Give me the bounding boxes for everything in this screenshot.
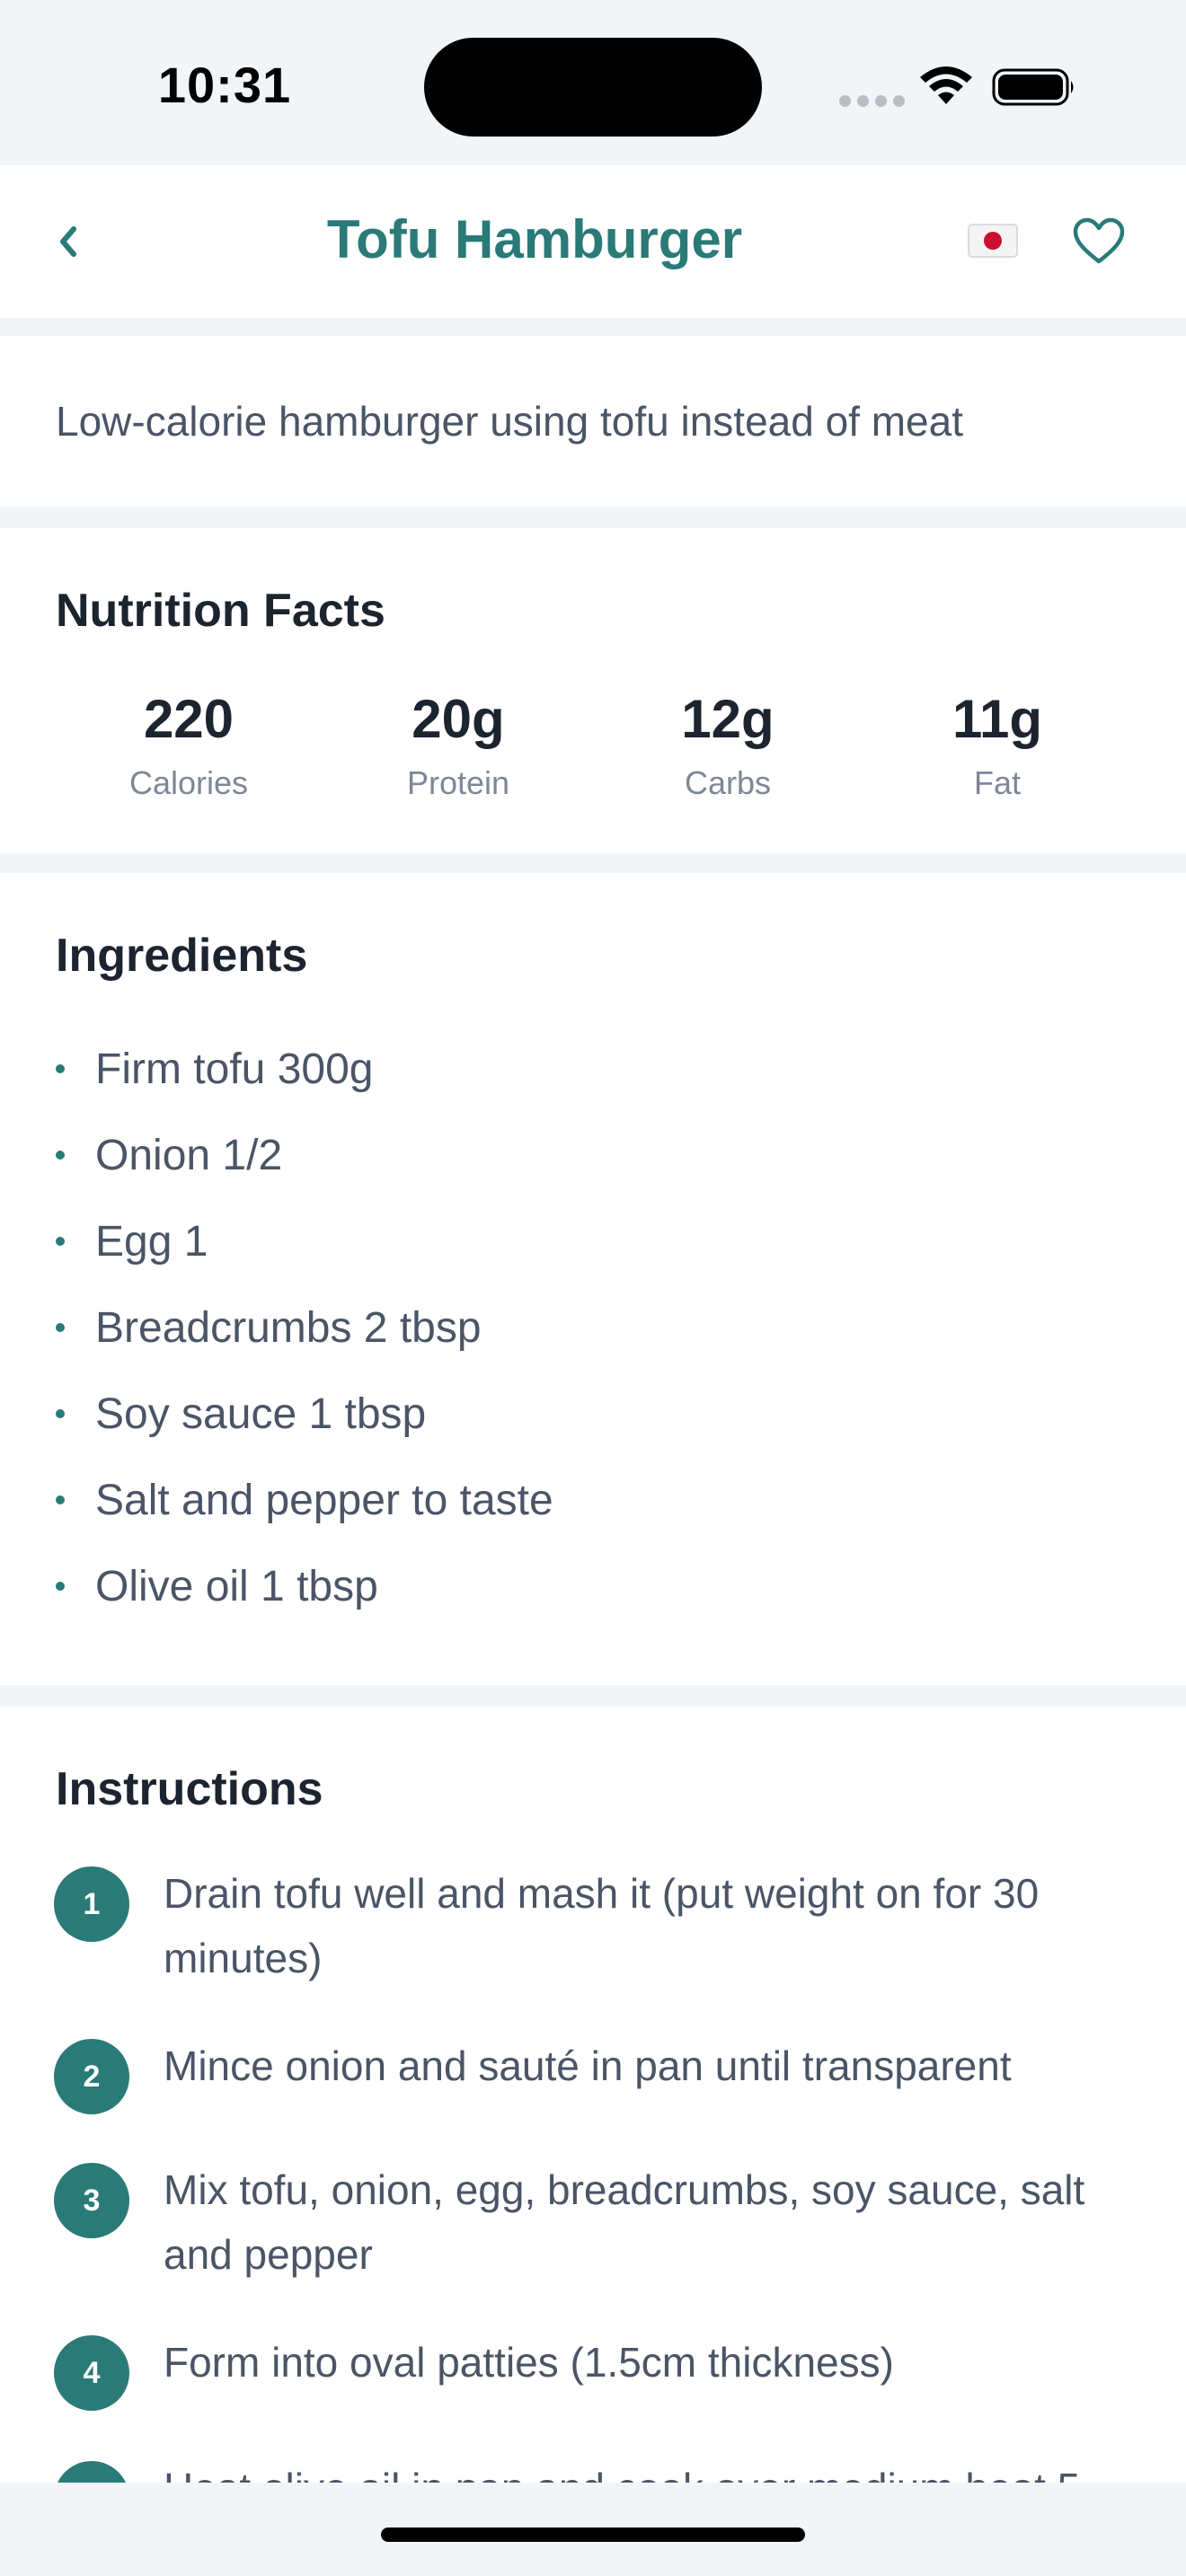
home-indicator[interactable]	[381, 2527, 805, 2542]
bullet-icon	[56, 1495, 65, 1504]
step-number-badge: 2	[54, 2039, 129, 2114]
cellular-signal-icon	[839, 95, 905, 107]
nutrition-label: Fat	[973, 764, 1021, 801]
bullet-icon	[56, 1323, 65, 1332]
ingredient-text: Breadcrumbs 2 tbsp	[95, 1303, 482, 1352]
dynamic-island	[424, 38, 762, 137]
chevron-left-icon	[60, 226, 76, 257]
step-text: Mix tofu, onion, egg, breadcrumbs, soy s…	[164, 2166, 1085, 2278]
list-item: Onion 1/2	[56, 1112, 553, 1198]
step-text: Form into oval patties (1.5cm thickness)	[164, 2339, 894, 2386]
nutrition-value: 220	[143, 689, 235, 749]
heart-outline-icon	[1073, 217, 1125, 264]
japan-flag-icon	[968, 224, 1018, 258]
ingredients-card: Ingredients Firm tofu 300g Onion 1/2 Egg…	[0, 873, 1186, 1685]
nutrition-value: 11g	[951, 689, 1043, 749]
ingredients-title: Ingredients	[56, 930, 308, 982]
favorite-button[interactable]	[1069, 212, 1128, 271]
nutrition-protein: 20g Protein	[323, 688, 593, 802]
list-item: Breadcrumbs 2 tbsp	[56, 1284, 553, 1371]
ingredient-text: Onion 1/2	[95, 1131, 283, 1179]
description-card: Low-calorie hamburger using tofu instead…	[0, 336, 1186, 507]
list-item: Soy sauce 1 tbsp	[56, 1371, 553, 1457]
ingredient-text: Olive oil 1 tbsp	[95, 1562, 378, 1610]
list-item: Egg 1	[56, 1198, 553, 1284]
navigation-bar: Tofu Hamburger	[0, 165, 1186, 318]
nutrition-label: Protein	[406, 764, 510, 801]
nutrition-label: Carbs	[684, 764, 772, 801]
instructions-title: Instructions	[56, 1763, 323, 1815]
step-number-badge: 3	[54, 2163, 129, 2238]
ingredient-text: Firm tofu 300g	[95, 1045, 374, 1093]
instruction-step: 1 Drain tofu well and mash it (put weigh…	[54, 1866, 1141, 1990]
bullet-icon	[56, 1409, 65, 1418]
nutrition-row: 220 Calories 20g Protein 12g Carbs 11g F…	[54, 688, 1132, 802]
nutrition-calories: 220 Calories	[54, 688, 323, 802]
step-number-badge: 4	[54, 2335, 129, 2411]
step-text: Drain tofu well and mash it (put weight …	[164, 1870, 1040, 1981]
bullet-icon	[56, 1237, 65, 1246]
list-item: Firm tofu 300g	[56, 1026, 553, 1112]
nutrition-fat: 11g Fat	[863, 688, 1132, 802]
recipe-description: Low-calorie hamburger using tofu instead…	[56, 398, 964, 445]
bullet-icon	[56, 1064, 65, 1073]
status-time: 10:31	[157, 57, 292, 113]
bullet-icon	[56, 1582, 65, 1591]
ingredient-text: Salt and pepper to taste	[95, 1476, 553, 1524]
nutrition-card: Nutrition Facts 220 Calories 20g Protein…	[0, 528, 1186, 853]
page-title: Tofu Hamburger	[326, 209, 743, 269]
ingredient-text: Soy sauce 1 tbsp	[95, 1389, 427, 1438]
instruction-step: 4 Form into oval patties (1.5cm thicknes…	[54, 2335, 1141, 2411]
ingredients-list: Firm tofu 300g Onion 1/2 Egg 1 Breadcrum…	[56, 1026, 553, 1629]
status-bar: 10:31	[0, 0, 1186, 165]
instruction-step: 2 Mince onion and sauté in pan until tra…	[54, 2039, 1141, 2114]
step-text: Mince onion and sauté in pan until trans…	[164, 2042, 1012, 2089]
nutrition-value: 20g	[412, 689, 505, 749]
instruction-step: 3 Mix tofu, onion, egg, breadcrumbs, soy…	[54, 2163, 1141, 2287]
nutrition-title: Nutrition Facts	[56, 585, 385, 637]
wifi-icon	[920, 66, 972, 104]
battery-icon	[992, 68, 1074, 106]
ingredient-text: Egg 1	[95, 1217, 208, 1266]
list-item: Olive oil 1 tbsp	[56, 1543, 553, 1629]
language-flag-button[interactable]	[967, 221, 1019, 260]
instructions-card: Instructions 1 Drain tofu well and mash …	[0, 1707, 1186, 2576]
back-button[interactable]	[41, 212, 95, 271]
nutrition-value: 12g	[681, 689, 774, 749]
step-number-badge: 1	[54, 1866, 129, 1942]
list-item: Salt and pepper to taste	[56, 1457, 553, 1543]
nutrition-label: Calories	[128, 764, 249, 801]
nutrition-carbs: 12g Carbs	[593, 688, 863, 802]
home-indicator-area	[0, 2483, 1186, 2576]
recipe-detail-screen: 10:31 Tofu Hamburger Low-calorie hamburg…	[0, 0, 1186, 2576]
bullet-icon	[56, 1151, 65, 1160]
